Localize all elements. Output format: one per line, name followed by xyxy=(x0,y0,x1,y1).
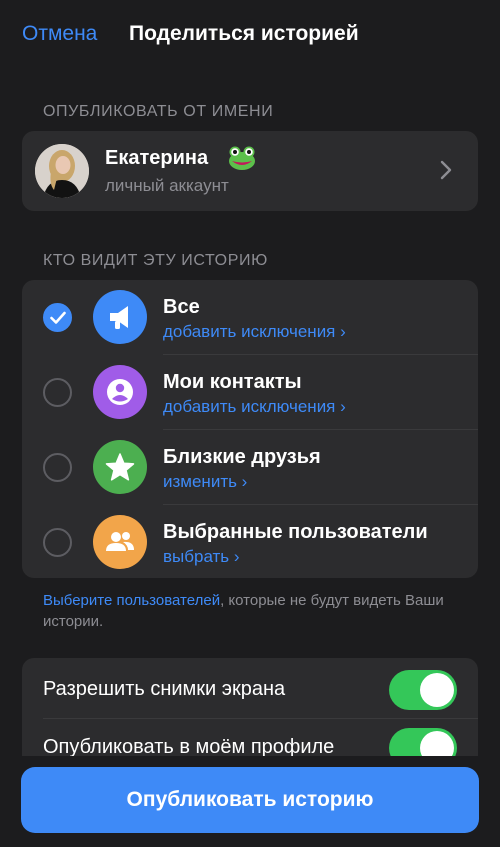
person-circle-icon xyxy=(93,365,147,419)
toggle-label: Разрешить снимки экрана xyxy=(43,678,286,700)
star-icon xyxy=(93,440,147,494)
audience-option-everyone[interactable]: Все добавить исключения › xyxy=(22,280,478,355)
audience-option-selected-users[interactable]: Выбранные пользователи выбрать › xyxy=(22,505,478,578)
option-title: Мои контакты xyxy=(163,371,302,393)
edit-link[interactable]: изменить › xyxy=(163,472,247,492)
audience-note: Выберите пользователей, которые не будут… xyxy=(43,590,463,632)
avatar xyxy=(35,144,89,198)
radio-unchecked[interactable] xyxy=(43,528,72,557)
radio-unchecked[interactable] xyxy=(43,453,72,482)
select-users-link[interactable]: Выберите пользователей xyxy=(43,592,220,609)
add-exceptions-link[interactable]: добавить исключения › xyxy=(163,397,346,417)
section-label-publish-as: ОПУБЛИКОВАТЬ ОТ ИМЕНИ xyxy=(43,103,274,120)
audience-option-contacts[interactable]: Мои контакты добавить исключения › xyxy=(22,355,478,430)
page-title: Поделиться историей xyxy=(129,22,359,45)
section-label-who-sees: КТО ВИДИТ ЭТУ ИСТОРИЮ xyxy=(43,252,268,269)
megaphone-icon xyxy=(93,290,147,344)
add-exceptions-link[interactable]: добавить исключения › xyxy=(163,322,346,342)
option-title: Выбранные пользователи xyxy=(163,521,428,543)
cancel-button[interactable]: Отмена xyxy=(22,22,97,46)
switch-knob xyxy=(420,673,454,707)
audience-option-close-friends[interactable]: Близкие друзья изменить › xyxy=(22,430,478,505)
audience-list: Все добавить исключения › Мои контакты д… xyxy=(22,280,478,578)
checkmark-icon xyxy=(50,311,66,324)
radio-checked[interactable] xyxy=(43,303,72,332)
nav-bar: Отмена Поделиться историей xyxy=(0,0,500,72)
people-icon xyxy=(93,515,147,569)
publish-story-button[interactable]: Опубликовать историю xyxy=(21,767,479,833)
account-subtitle: личный аккаунт xyxy=(105,176,229,195)
option-title: Близкие друзья xyxy=(163,446,321,468)
frog-emoji-icon xyxy=(227,145,257,171)
radio-unchecked[interactable] xyxy=(43,378,72,407)
option-title: Все xyxy=(163,296,200,318)
chevron-right-icon xyxy=(440,159,452,181)
toggle-row-screenshots: Разрешить снимки экрана xyxy=(22,660,478,719)
allow-screenshots-switch[interactable] xyxy=(389,670,457,710)
account-row[interactable]: Екатерина личный аккаунт xyxy=(22,131,478,211)
account-name: Екатерина xyxy=(105,147,209,169)
select-link[interactable]: выбрать › xyxy=(163,547,240,567)
